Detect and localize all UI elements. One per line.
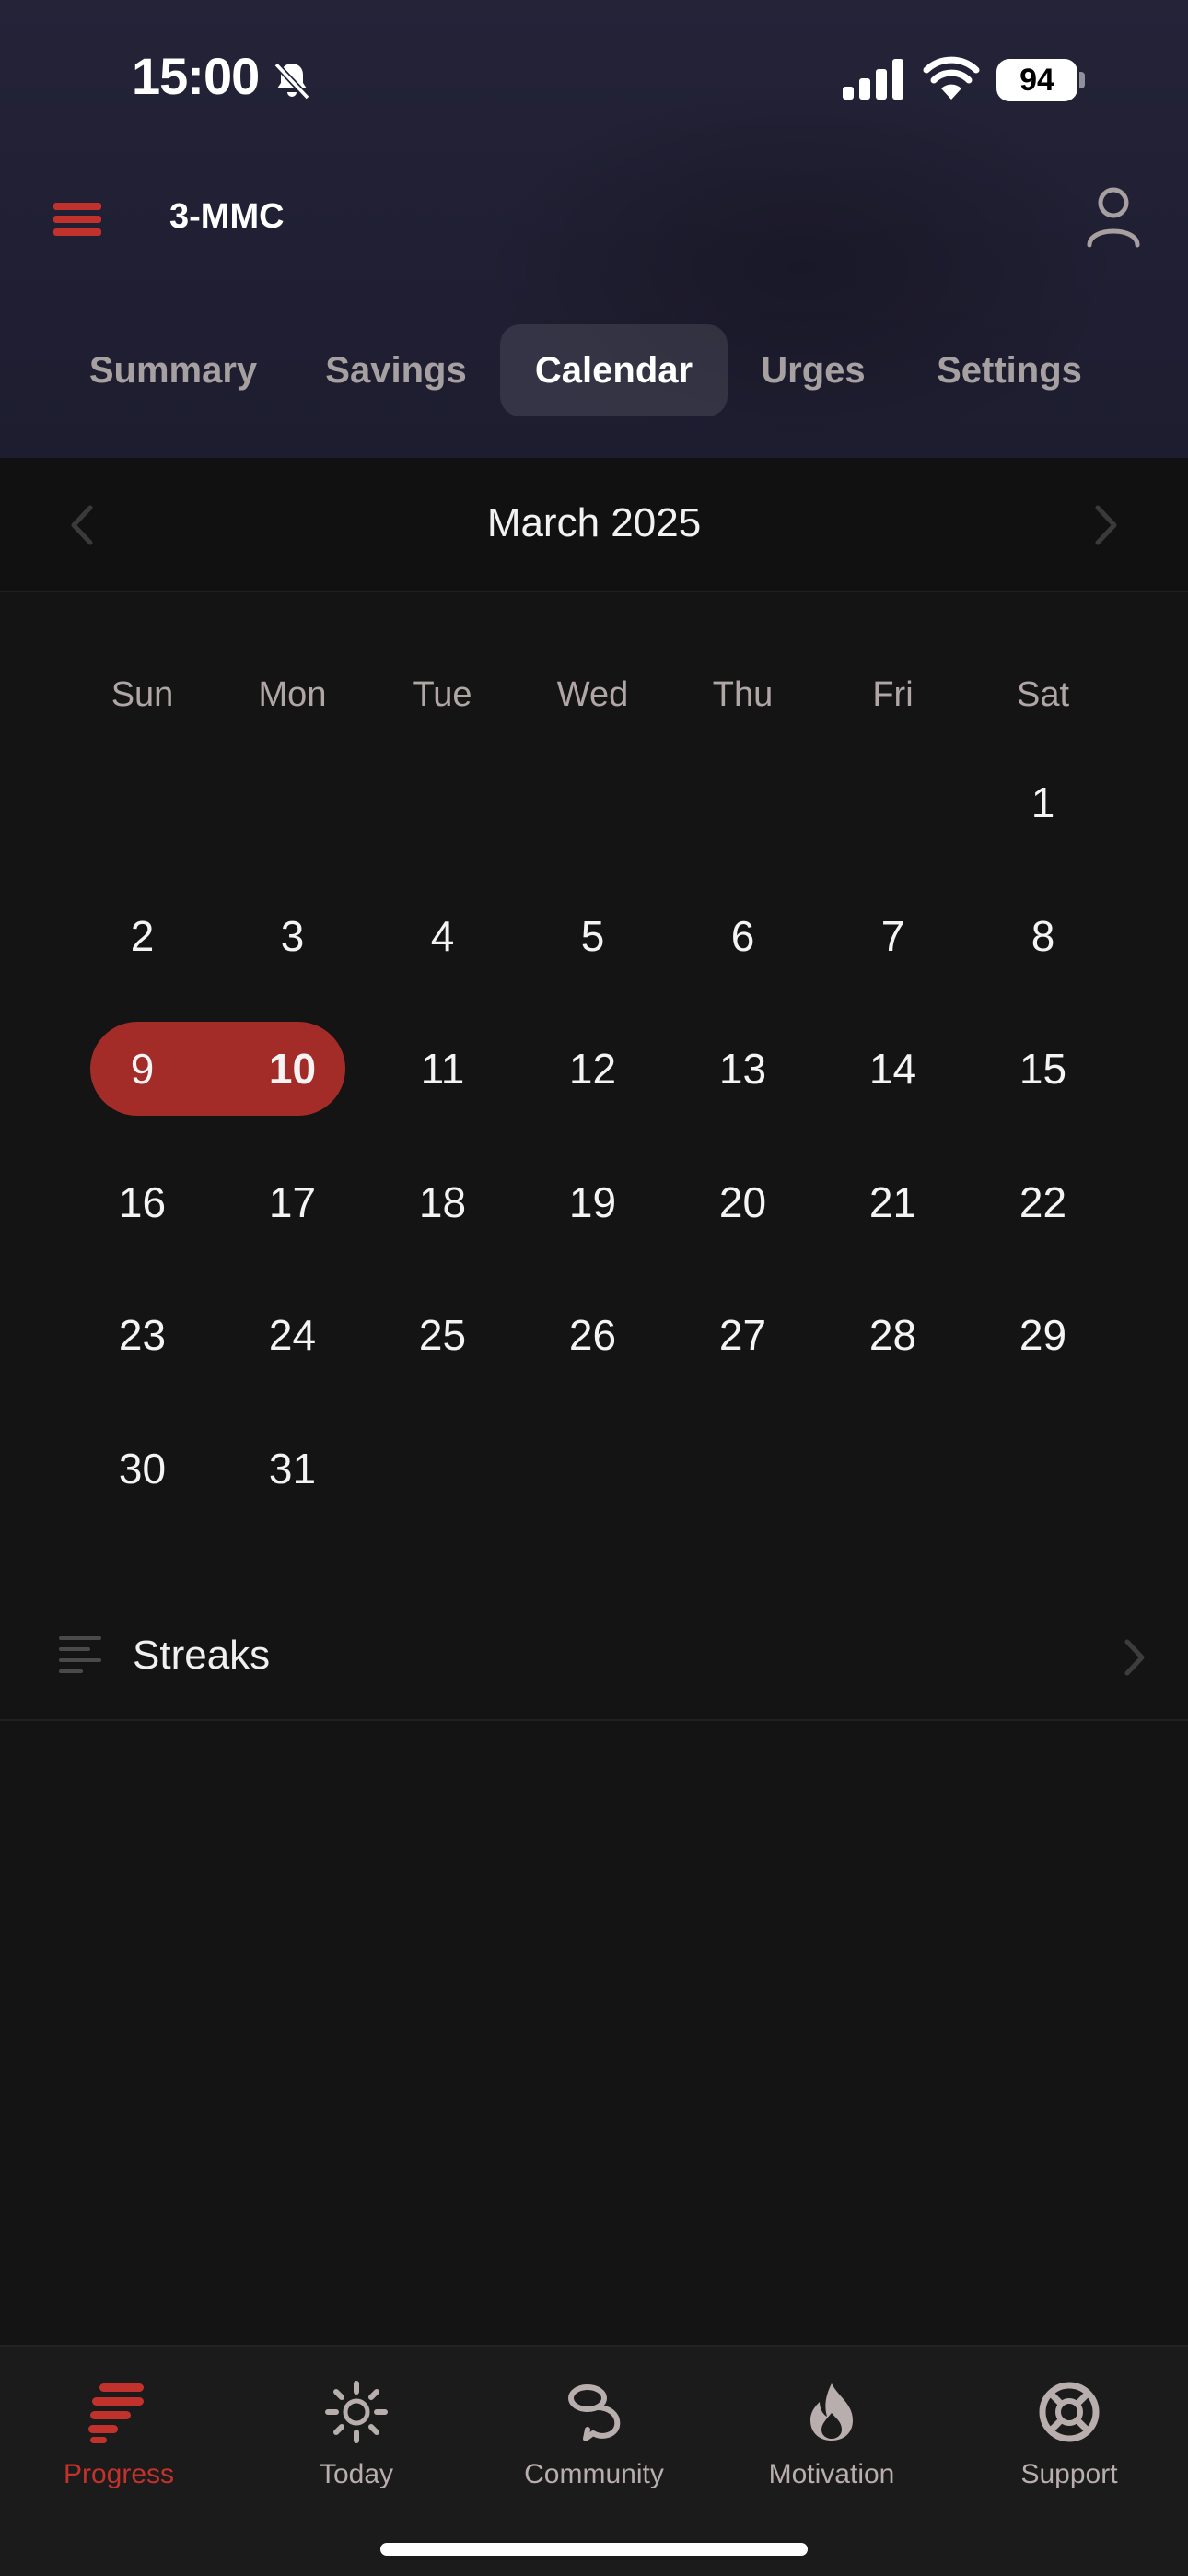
calendar-day-4[interactable]: 4 [367, 889, 518, 983]
calendar-day-5[interactable]: 5 [518, 889, 668, 983]
calendar-day-11[interactable]: 11 [367, 1022, 518, 1116]
calendar-day-14[interactable]: 14 [818, 1022, 968, 1116]
calendar-day-21[interactable]: 21 [818, 1155, 968, 1249]
calendar-day-13[interactable]: 13 [668, 1022, 818, 1116]
status-time: 15:00 [132, 47, 260, 105]
calendar-day-25[interactable]: 25 [367, 1288, 518, 1382]
calendar-day-15[interactable]: 15 [968, 1022, 1118, 1116]
weekday-label-wed: Wed [556, 675, 629, 714]
calendar-day-7[interactable]: 7 [818, 889, 968, 983]
calendar-day-26[interactable]: 26 [518, 1288, 668, 1382]
calendar-day-9[interactable]: 9 [67, 1022, 217, 1116]
calendar-day-16[interactable]: 16 [67, 1155, 217, 1249]
battery-level: 94 [996, 59, 1077, 101]
weekday-label-tue: Tue [413, 675, 472, 714]
calendar-day-22[interactable]: 22 [968, 1155, 1118, 1249]
calendar-day-12[interactable]: 12 [518, 1022, 668, 1116]
calendar-day-30[interactable]: 30 [67, 1422, 217, 1516]
calendar-day-18[interactable]: 18 [367, 1155, 518, 1249]
app-title: 3-MMC [169, 197, 285, 236]
calendar-day-28[interactable]: 28 [818, 1288, 968, 1382]
weekday-label-mon: Mon [258, 675, 327, 714]
weekday-label-thu: Thu [712, 675, 774, 714]
streaks-label: Streaks [133, 1633, 271, 1678]
flame-icon [810, 2383, 853, 2441]
nav-motivation[interactable]: Motivation [713, 2363, 950, 2501]
calendar-day-20[interactable]: 20 [668, 1155, 818, 1249]
bell-muted-icon [274, 62, 310, 100]
bottom-navigation: Progress Today Community Motivation Supp… [0, 2345, 1188, 2576]
tab-urges[interactable]: Urges [744, 324, 882, 416]
calendar-day-27[interactable]: 27 [668, 1288, 818, 1382]
community-icon [568, 2384, 621, 2441]
chevron-right-icon[interactable] [1087, 502, 1124, 548]
weekday-label-sat: Sat [1016, 675, 1070, 714]
header: 15:00 94 3-MMC Summary Savings Calendar … [0, 0, 1188, 458]
calendar-day-2[interactable]: 2 [67, 889, 217, 983]
weekday-label-fri: Fri [872, 675, 914, 714]
wifi-icon [923, 56, 980, 100]
list-lines-icon [59, 1636, 101, 1673]
streaks-row[interactable]: Streaks [0, 1594, 1188, 1721]
calendar-day-8[interactable]: 8 [968, 889, 1118, 983]
calendar-day-3[interactable]: 3 [217, 889, 367, 983]
nav-progress[interactable]: Progress [0, 2363, 238, 2501]
nav-support[interactable]: Support [950, 2363, 1188, 2501]
calendar-grid: Sun Mon Tue Wed Thu Fri Sat 1 2 3 4 5 6 7 8 9 10 11 12 13 14… [0, 592, 1188, 1541]
tab-summary[interactable]: Summary [66, 324, 280, 416]
profile-icon[interactable] [1085, 184, 1142, 249]
status-bar: 15:00 94 [0, 0, 1188, 157]
nav-community[interactable]: Community [475, 2363, 713, 2501]
sun-icon [325, 2381, 388, 2443]
home-indicator [380, 2543, 808, 2556]
calendar-day-10[interactable]: 10 [217, 1022, 367, 1116]
battery-indicator: 94 [996, 59, 1085, 101]
month-title: March 2025 [486, 500, 702, 545]
weekday-label-sun: Sun [111, 675, 174, 714]
calendar-day-29[interactable]: 29 [968, 1288, 1118, 1382]
calendar-day-6[interactable]: 6 [668, 889, 818, 983]
calendar-day-19[interactable]: 19 [518, 1155, 668, 1249]
nav-today-label: Today [319, 2459, 394, 2489]
battery-cap [1079, 72, 1085, 88]
calendar-day-24[interactable]: 24 [217, 1288, 367, 1382]
calendar-day-31[interactable]: 31 [217, 1422, 367, 1516]
menu-icon[interactable] [53, 201, 101, 238]
tab-calendar[interactable]: Calendar [500, 324, 728, 416]
calendar-day-1[interactable]: 1 [968, 755, 1118, 849]
nav-support-label: Support [1020, 2459, 1118, 2489]
progress-icon [88, 2383, 144, 2443]
cellular-signal-icon [843, 59, 903, 100]
calendar-day-17[interactable]: 17 [217, 1155, 367, 1249]
tab-savings[interactable]: Savings [309, 324, 483, 416]
tab-bar: Summary Savings Calendar Urges Settings [0, 324, 1188, 420]
nav-progress-label: Progress [63, 2459, 175, 2489]
chevron-right-icon [1124, 1639, 1145, 1676]
nav-motivation-label: Motivation [768, 2459, 895, 2489]
nav-today[interactable]: Today [238, 2363, 475, 2501]
tab-settings[interactable]: Settings [917, 324, 1101, 416]
month-navigation: March 2025 [0, 458, 1188, 592]
nav-community-label: Community [524, 2459, 664, 2489]
calendar-day-23[interactable]: 23 [67, 1288, 217, 1382]
lifebuoy-icon [1039, 2382, 1100, 2442]
